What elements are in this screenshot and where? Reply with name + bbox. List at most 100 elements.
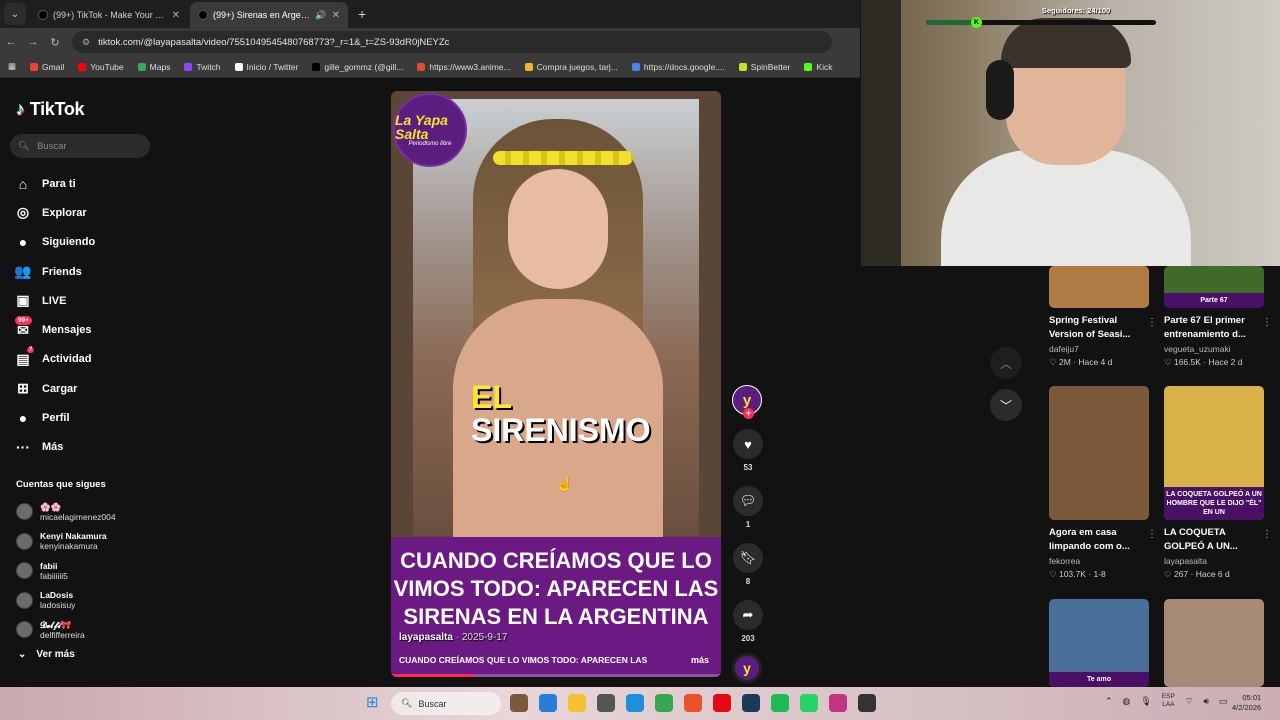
network-icon[interactable]: ◍ xyxy=(1123,696,1131,707)
taskbar-app-icon[interactable] xyxy=(539,694,557,712)
share-icon[interactable]: ➦ xyxy=(733,600,763,630)
tab-close-icon[interactable]: ✕ xyxy=(332,10,340,21)
related-video-author[interactable]: layapasalta xyxy=(1164,556,1266,566)
sidebar-item-actividad[interactable]: ▤ 7 Actividad xyxy=(14,345,164,374)
keyboard-language[interactable]: ESP LAA xyxy=(1162,693,1175,709)
sidebar-item-explorar[interactable]: ◎ Explorar xyxy=(14,198,164,227)
bookmark-item[interactable]: https://www3.anime... xyxy=(417,62,511,72)
taskbar-app-icon[interactable] xyxy=(829,694,847,712)
related-video-thumbnail[interactable] xyxy=(1164,599,1264,687)
wifi-icon[interactable]: ⌔ xyxy=(1185,696,1193,707)
related-video-title[interactable]: Agora em casa limpando com o... xyxy=(1049,526,1151,554)
tab-search-button[interactable]: ⌄ xyxy=(4,3,26,25)
bookmark-item[interactable]: Gmail xyxy=(30,62,64,72)
video-author[interactable]: layapasalta · 2025-9-17 xyxy=(399,632,507,643)
related-video-thumbnail[interactable] xyxy=(1049,266,1149,308)
battery-icon[interactable]: ▭ xyxy=(1219,696,1228,707)
sidebar-item-para-ti[interactable]: ⌂ Para ti xyxy=(14,169,164,198)
bookmark-item[interactable]: gille_gommz (@gill... xyxy=(312,62,403,72)
tiktok-logo[interactable]: ♪ TikTok xyxy=(16,99,85,120)
sidebar-item-friends[interactable]: 👥 Friends xyxy=(14,257,164,286)
related-video-card[interactable]: Spring Festival Version of Seasi... dafei… xyxy=(1049,266,1157,368)
heart-icon[interactable]: ♥ xyxy=(733,429,763,459)
save-action[interactable]: 🔖︎ 8 xyxy=(732,543,764,586)
url-bar[interactable]: ⚙ tiktok.com/@layapasalta/video/75510495… xyxy=(72,31,832,53)
taskbar-app-icon[interactable] xyxy=(510,694,528,712)
following-account[interactable]: LaDosis ladosisuy xyxy=(16,586,161,616)
taskbar-app-icon[interactable] xyxy=(684,694,702,712)
related-video-card[interactable] xyxy=(1164,599,1266,687)
more-options-icon[interactable]: ⋮ xyxy=(1147,317,1157,328)
taskbar-app-icon[interactable] xyxy=(626,694,644,712)
comment-action[interactable]: 💬︎ 1 xyxy=(732,486,764,529)
following-account[interactable]: 🌸🌸 micaelagimenez004 xyxy=(16,497,161,527)
related-video-card[interactable]: LA COQUETA GOLPEÓ A UN HOMBRE QUE LE DIJ… xyxy=(1164,386,1272,580)
taskbar-app-icon[interactable] xyxy=(713,694,731,712)
related-video-card[interactable]: Parte 67 Parte 67 El primer entrenamiento… xyxy=(1164,266,1272,368)
taskbar-app-icon[interactable] xyxy=(597,694,615,712)
related-video-card[interactable]: Agora em casa limpando com o... fekorrea ♡… xyxy=(1049,386,1157,580)
reload-button[interactable]: ↻ xyxy=(44,36,66,49)
taskbar-app-icon[interactable] xyxy=(742,694,760,712)
tab-close-icon[interactable]: ✕ xyxy=(172,10,180,21)
tray-chevron-up-icon[interactable]: ⌃ xyxy=(1105,696,1113,707)
related-video-title[interactable]: LA COQUETA GOLPEÓ A UN... xyxy=(1164,526,1266,554)
back-button[interactable]: ← xyxy=(0,36,22,48)
sidebar-item-perfil[interactable]: ● Perfil xyxy=(14,403,164,432)
creator-avatar[interactable]: y + xyxy=(732,385,762,419)
following-account[interactable]: fabii fabiiiiii5 xyxy=(16,556,161,586)
video-progress-bar[interactable] xyxy=(391,674,721,677)
music-disc-icon[interactable]: y xyxy=(732,653,762,683)
related-video-title[interactable]: Spring Festival Version of Seasi... xyxy=(1049,314,1151,342)
taskbar-search-input[interactable]: 🔍︎ Buscar xyxy=(391,692,501,715)
see-more-button[interactable]: ⌄ Ver más xyxy=(18,649,75,660)
sidebar-item-mensajes[interactable]: ✉ 99+ Mensajes xyxy=(14,315,164,344)
more-options-icon[interactable]: ⋮ xyxy=(1262,529,1272,540)
video-player[interactable]: EL SIRENISMO La Yapa Salta Periodismo li… xyxy=(391,91,721,677)
volume-icon[interactable]: 🔊︎ xyxy=(1203,696,1209,707)
bookmark-item[interactable]: Twitch xyxy=(184,62,221,72)
windows-start-icon[interactable]: ⊞ xyxy=(366,695,382,711)
apps-grid-icon[interactable]: ▦ xyxy=(8,61,16,72)
bookmark-item[interactable]: Maps xyxy=(137,62,170,72)
bookmark-item[interactable]: YouTube xyxy=(78,62,124,72)
taskbar-app-icon[interactable] xyxy=(655,694,673,712)
more-options-icon[interactable]: ⋮ xyxy=(1262,317,1272,328)
sidebar-item-cargar[interactable]: ⊞ Cargar xyxy=(14,374,164,403)
sidebar-item-live[interactable]: ▣ LIVE xyxy=(14,286,164,315)
related-video-card[interactable]: Te amo xyxy=(1049,599,1151,687)
following-account[interactable]: 𝓓𝓮𝓵𝓯𝓲🎀 delfifferreira xyxy=(16,615,161,645)
bookmark-item[interactable]: Kick xyxy=(804,62,832,72)
taskbar-clock[interactable]: 05:01 4/2/2026 xyxy=(1232,693,1261,713)
comment-icon[interactable]: 💬︎ xyxy=(733,486,763,516)
sidebar-item-m-s[interactable]: ··· Más xyxy=(14,433,164,462)
previous-video-button[interactable]: ︿ xyxy=(990,347,1022,379)
bookmark-item[interactable]: SpinBetter xyxy=(738,62,790,72)
bookmark-item[interactable]: https://docs.google.... xyxy=(631,62,725,72)
related-video-author[interactable]: vegueta_uzumaki xyxy=(1164,344,1266,354)
related-video-author[interactable]: dafeiju7 xyxy=(1049,344,1151,354)
taskbar-app-icon[interactable] xyxy=(771,694,789,712)
bookmark-item[interactable]: Inicio / Twitter xyxy=(234,62,298,72)
next-video-button[interactable]: ﹀ xyxy=(990,389,1022,421)
more-options-icon[interactable]: ⋮ xyxy=(1147,529,1157,540)
microphone-icon[interactable]: 🎙︎ xyxy=(1140,696,1151,707)
following-account[interactable]: Kenyi Nakamura kenyinakamura xyxy=(16,527,161,557)
browser-tab-1[interactable]: (99+) Sirenas en Argentina: 🔊 ✕ xyxy=(190,2,348,28)
share-action[interactable]: ➦ 203 xyxy=(732,600,764,643)
related-video-thumbnail[interactable]: LA COQUETA GOLPEÓ A UN HOMBRE QUE LE DIJ… xyxy=(1164,386,1264,520)
taskbar-app-icon[interactable] xyxy=(800,694,818,712)
sidebar-item-siguiendo[interactable]: ● Siguiendo xyxy=(14,228,164,257)
related-video-thumbnail[interactable]: Parte 67 xyxy=(1164,266,1264,308)
related-video-author[interactable]: fekorrea xyxy=(1049,556,1151,566)
forward-button[interactable]: → xyxy=(22,36,44,48)
search-input[interactable]: 🔍︎ Buscar xyxy=(10,134,150,158)
taskbar-app-icon[interactable] xyxy=(858,694,876,712)
bookmark-icon[interactable]: 🔖︎ xyxy=(733,543,763,573)
related-video-thumbnail[interactable] xyxy=(1049,386,1149,520)
like-action[interactable]: ♥ 53 xyxy=(732,429,764,472)
taskbar-app-icon[interactable] xyxy=(568,694,586,712)
tab-audio-icon[interactable]: 🔊 xyxy=(315,10,326,21)
follow-plus-button[interactable]: + xyxy=(743,408,754,419)
description-more-button[interactable]: más xyxy=(691,655,709,665)
